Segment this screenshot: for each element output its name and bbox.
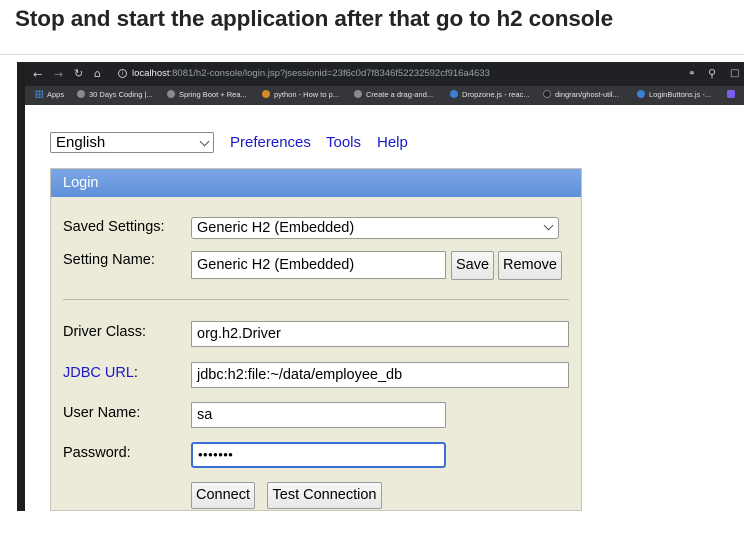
help-link[interactable]: Help — [377, 134, 408, 151]
password-label: Password: — [63, 445, 131, 461]
forward-icon[interactable]: → — [54, 69, 63, 80]
jdbc-url-value: jdbc:h2:file:~/data/employee_db — [197, 367, 403, 383]
jdbc-url-colon: : — [133, 365, 138, 381]
password-input[interactable]: ••••••• — [191, 442, 446, 468]
apps-grid-icon — [35, 90, 43, 98]
language-value: English — [56, 134, 106, 151]
login-header: Login — [51, 169, 581, 197]
settings-divider — [63, 299, 569, 300]
setting-name-input[interactable]: Generic H2 (Embedded) — [191, 251, 446, 279]
home-icon[interactable]: ⌂ — [94, 68, 101, 79]
driver-class-value: org.h2.Driver — [197, 326, 281, 342]
medium-icon — [450, 90, 458, 98]
screenshot-root: Stop and start the application after tha… — [0, 0, 744, 539]
extension-icon — [727, 90, 735, 98]
user-name-value: sa — [197, 407, 213, 423]
bookmark-python[interactable]: python - How to p... — [262, 90, 339, 99]
stackoverflow-icon — [262, 90, 270, 98]
save-button[interactable]: Save — [451, 251, 494, 280]
jdbc-url-input[interactable]: jdbc:h2:file:~/data/employee_db — [191, 362, 569, 388]
bookmark-ghost-util[interactable]: dingran/ghost-util... — [543, 90, 619, 99]
login-title: Login — [63, 175, 99, 191]
password-value: ••••••• — [198, 447, 234, 462]
zoom-icon[interactable]: ⚲ — [708, 68, 716, 79]
jdbc-url-label: JDBC URL: — [63, 365, 138, 381]
remove-button[interactable]: Remove — [498, 251, 562, 280]
test-connection-button[interactable]: Test Connection — [267, 482, 382, 509]
github-icon — [543, 90, 551, 98]
driver-class-label: Driver Class: — [63, 324, 146, 340]
setting-name-value: Generic H2 (Embedded) — [197, 257, 355, 273]
site-info-icon[interactable]: i — [118, 69, 127, 78]
bookmark-spring-boot[interactable]: Spring Boot + Rea... — [167, 90, 247, 99]
bookmark-drag-and-drop[interactable]: Create a drag-and... — [354, 90, 433, 99]
screen-left-edge — [17, 62, 25, 511]
bookmark-30-days-coding[interactable]: 30 Days Coding |... — [77, 90, 153, 99]
bookmark-loginbuttons[interactable]: LoginButtons.js -... — [637, 90, 711, 99]
user-name-label: User Name: — [63, 405, 141, 421]
chevron-down-icon — [543, 220, 554, 231]
reload-icon[interactable]: ↻ — [74, 68, 83, 79]
share-icon[interactable]: □ — [730, 68, 739, 79]
globe-icon — [77, 90, 85, 98]
globe-icon — [354, 90, 362, 98]
address-bar[interactable]: localhost:8081/h2-console/login.jsp?jses… — [132, 68, 490, 79]
heading-divider — [0, 54, 744, 55]
jdbc-url-link[interactable]: JDBC URL — [63, 365, 134, 381]
browser-screenshot: ← → ↻ ⌂ i localhost:8081/h2-console/logi… — [17, 62, 744, 511]
login-panel: Login Saved Settings: Generic H2 (Embedd… — [50, 168, 582, 511]
bookmark-apps[interactable]: Apps — [35, 90, 64, 99]
saved-settings-label: Saved Settings: — [63, 219, 165, 235]
bookmark-extra[interactable] — [727, 90, 739, 99]
connect-button[interactable]: Connect — [191, 482, 255, 509]
url-host: localhost — [132, 68, 170, 79]
preferences-link[interactable]: Preferences — [230, 134, 311, 151]
chevron-down-icon — [199, 136, 210, 147]
language-select[interactable]: English — [50, 132, 214, 153]
key-icon[interactable]: ⚭ — [688, 69, 696, 80]
globe-icon — [167, 90, 175, 98]
medium-icon — [637, 90, 645, 98]
url-path: :8081/h2-console/login.jsp?jsessionid=23… — [169, 68, 490, 79]
bookmark-dropzone[interactable]: Dropzone.js - reac... — [450, 90, 530, 99]
saved-settings-value: Generic H2 (Embedded) — [197, 220, 355, 236]
user-name-input[interactable]: sa — [191, 402, 446, 428]
tools-link[interactable]: Tools — [326, 134, 361, 151]
saved-settings-select[interactable]: Generic H2 (Embedded) — [191, 217, 559, 239]
setting-name-label: Setting Name: — [63, 252, 155, 268]
driver-class-input[interactable]: org.h2.Driver — [191, 321, 569, 347]
browser-toolbar: ← → ↻ ⌂ i localhost:8081/h2-console/logi… — [17, 62, 744, 86]
page-heading: Stop and start the application after tha… — [15, 6, 613, 31]
back-icon[interactable]: ← — [33, 69, 42, 80]
